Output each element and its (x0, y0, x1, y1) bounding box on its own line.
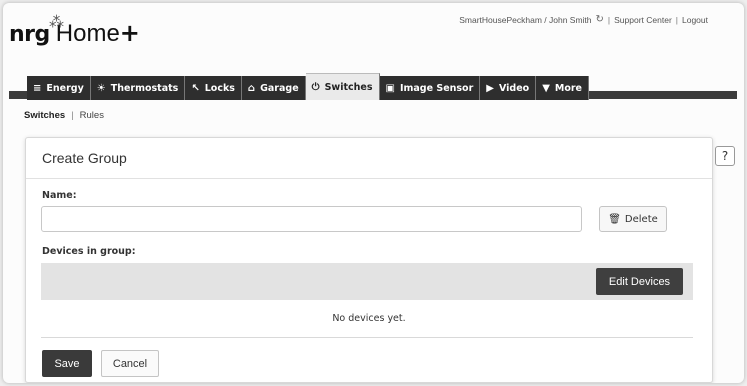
tab-video[interactable]: ▶ Video (480, 76, 537, 100)
logo-product: Home (55, 20, 120, 47)
tab-label: Image Sensor (399, 82, 474, 94)
tab-thermostats[interactable]: ☀ Thermostats (90, 76, 186, 100)
trash-icon: 🗑 (608, 213, 621, 225)
tab-label: Video (498, 82, 530, 94)
tab-label: Garage (260, 82, 299, 94)
tab-garage[interactable]: ⌂ Garage (241, 76, 306, 100)
account-link[interactable]: SmartHousePeckham / John Smith (459, 15, 591, 25)
tab-label: Thermostats (110, 82, 179, 94)
cancel-button[interactable]: Cancel (101, 350, 159, 377)
devices-label: Devices in group: (42, 246, 136, 257)
video-icon: ▶ (486, 82, 494, 94)
caret-down-icon: ▼ (542, 82, 550, 94)
main-nav: ≡ Energy ☀ Thermostats ↖ Locks ⌂ Garage ⏻ Switche… (9, 73, 737, 100)
support-center-link[interactable]: Support Center (614, 15, 672, 25)
group-name-input[interactable] (41, 206, 582, 232)
key-icon: ↖ (191, 82, 200, 94)
tab-more[interactable]: ▼ More (536, 76, 589, 100)
camera-icon: ▣ (385, 82, 395, 94)
delete-button[interactable]: 🗑 Delete (599, 206, 667, 232)
thermostat-icon: ☀ (96, 82, 106, 94)
tab-label: Switches (324, 81, 373, 93)
help-button[interactable]: ? (715, 146, 735, 166)
logo-spark-icon: ⁂ (49, 13, 64, 31)
logout-link[interactable]: Logout (682, 15, 708, 25)
bar-chart-icon: ≡ (33, 82, 42, 94)
logo[interactable]: nrg ⁂ Home + (9, 13, 140, 48)
devices-bar: Edit Devices (41, 263, 693, 300)
garage-icon: ⌂ (247, 82, 256, 94)
header-links: SmartHousePeckham / John Smith ↻ | Suppo… (459, 14, 708, 25)
header-separator: | (607, 14, 611, 25)
tab-label: Energy (46, 82, 84, 94)
header-separator: | (675, 14, 678, 25)
save-button[interactable]: Save (42, 350, 92, 377)
footer-divider (41, 337, 693, 338)
tab-label: Locks (204, 82, 235, 94)
edit-devices-button[interactable]: Edit Devices (596, 268, 683, 295)
nav-tabs: ≡ Energy ☀ Thermostats ↖ Locks ⌂ Garage ⏻ Switche… (27, 73, 589, 100)
create-group-panel: Create Group Name: 🗑 Delete Devices in g… (25, 137, 713, 383)
tab-switches[interactable]: ⏻ Switches (305, 73, 380, 100)
subnav-rules[interactable]: Rules (80, 110, 104, 121)
tab-image-sensor[interactable]: ▣ Image Sensor (379, 76, 481, 100)
power-icon: ⏻ (311, 81, 320, 93)
panel-title: Create Group (42, 150, 127, 166)
title-divider (26, 178, 712, 179)
app-window: nrg ⁂ Home + SmartHousePeckham / John Sm… (3, 3, 744, 383)
tab-label: More (554, 82, 582, 94)
logo-plus: + (119, 19, 140, 47)
empty-devices-message: No devices yet. (332, 313, 406, 324)
delete-label: Delete (624, 213, 658, 225)
subnav-separator: | (71, 110, 74, 121)
tab-locks[interactable]: ↖ Locks (185, 76, 242, 100)
logo-brand: nrg (9, 22, 50, 47)
subnav-switches[interactable]: Switches (24, 110, 65, 121)
name-label: Name: (42, 190, 77, 201)
refresh-icon[interactable]: ↻ (596, 14, 604, 25)
sub-nav: Switches | Rules (24, 110, 104, 121)
tab-energy[interactable]: ≡ Energy (27, 76, 91, 100)
